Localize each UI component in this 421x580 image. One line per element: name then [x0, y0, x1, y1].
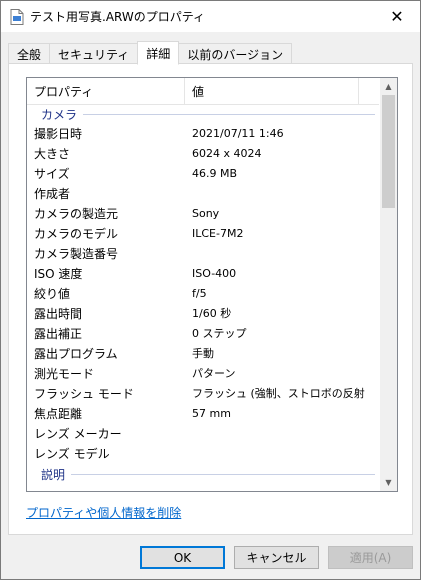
property-value: ILCE-7M2: [192, 226, 244, 240]
group-header-description: 説明: [27, 465, 379, 483]
table-row[interactable]: レンズ モデル: [27, 443, 379, 463]
group-label: 説明: [41, 467, 66, 482]
property-name: レンズ モデル: [34, 446, 110, 461]
property-value: 1/60 秒: [192, 307, 232, 320]
group-divider: [71, 473, 375, 475]
property-name: カメラの製造元: [34, 206, 119, 221]
property-value: 手動: [192, 347, 214, 360]
property-name: カメラのモデル: [34, 226, 119, 241]
scrollbar-thumb[interactable]: [382, 95, 395, 208]
property-name: カメラ製造番号: [34, 246, 119, 261]
property-name: 焦点距離: [34, 406, 83, 421]
remove-properties-link[interactable]: プロパティや個人情報を削除: [26, 504, 181, 521]
property-value: 0 ステップ: [192, 327, 247, 340]
table-row[interactable]: フラッシュ モード フラッシュ (強制、ストロボの反射...: [27, 383, 379, 403]
table-row[interactable]: カメラの製造元 Sony: [27, 203, 379, 223]
table-row[interactable]: レンズ メーカー: [27, 423, 379, 443]
table-row[interactable]: 測光モード パターン: [27, 363, 379, 383]
property-name: フラッシュ モード: [34, 386, 134, 401]
property-name: レンズ メーカー: [34, 426, 122, 441]
close-button[interactable]: ✕: [374, 1, 420, 32]
property-name: 大きさ: [34, 146, 71, 161]
property-value: 57 mm: [192, 406, 231, 420]
scroll-down-icon[interactable]: ▼: [380, 474, 397, 491]
tab-security[interactable]: セキュリティ: [49, 43, 139, 64]
property-value: Sony: [192, 206, 220, 220]
property-value: f/5: [192, 286, 207, 300]
property-name: 露出プログラム: [34, 346, 118, 361]
table-row[interactable]: カメラのモデル ILCE-7M2: [27, 223, 379, 243]
close-icon: ✕: [390, 7, 404, 26]
apply-button[interactable]: 適用(A): [328, 546, 413, 569]
tab-details[interactable]: 詳細: [137, 41, 180, 65]
cancel-button[interactable]: キャンセル: [234, 546, 319, 569]
properties-dialog: テスト用写真.ARWのプロパティ ✕ 全般 セキュリティ 詳細 以前のバージョン…: [0, 0, 421, 580]
table-row[interactable]: 作成者: [27, 183, 379, 203]
table-row[interactable]: 露出補正 0 ステップ: [27, 323, 379, 343]
table-row[interactable]: 焦点距離 57 mm: [27, 403, 379, 423]
table-row[interactable]: ISO 速度 ISO-400: [27, 263, 379, 283]
scroll-up-icon[interactable]: ▲: [380, 78, 397, 95]
tab-previous-versions[interactable]: 以前のバージョン: [178, 43, 293, 64]
property-value: 2021/07/11 1:46: [192, 126, 284, 140]
vertical-scrollbar[interactable]: ▲ ▼: [380, 78, 397, 491]
property-name: 露出補正: [34, 326, 83, 341]
property-name: 測光モード: [34, 366, 95, 381]
property-name: ISO 速度: [34, 266, 83, 281]
group-divider: [83, 113, 375, 115]
column-header-value[interactable]: 値: [185, 78, 359, 104]
property-name: 撮影日時: [34, 126, 83, 141]
property-name: 露出時間: [34, 306, 83, 321]
table-row[interactable]: 撮影日時 2021/07/11 1:46: [27, 123, 379, 143]
property-value: フラッシュ (強制、ストロボの反射...: [192, 387, 365, 400]
property-name: 作成者: [34, 186, 71, 201]
ok-button[interactable]: OK: [140, 546, 225, 569]
table-row[interactable]: 大きさ 6024 x 4024: [27, 143, 379, 163]
column-header-property[interactable]: プロパティ: [27, 78, 185, 104]
property-value: パターン: [192, 367, 236, 380]
property-value: ISO-400: [192, 266, 237, 280]
table-row[interactable]: カメラ製造番号: [27, 243, 379, 263]
group-header-camera: カメラ: [27, 105, 379, 123]
list-header: プロパティ 値: [27, 78, 379, 105]
property-value: 46.9 MB: [192, 166, 238, 180]
table-row[interactable]: 露出プログラム 手動: [27, 343, 379, 363]
table-row[interactable]: 絞り値 f/5: [27, 283, 379, 303]
document-icon: [10, 8, 24, 25]
tab-general[interactable]: 全般: [8, 43, 51, 64]
property-list[interactable]: プロパティ 値 カメラ 撮影日時 2021/07/11 1:46 大きさ 602…: [26, 77, 398, 492]
table-row[interactable]: サイズ 46.9 MB: [27, 163, 379, 183]
property-name: 絞り値: [34, 286, 71, 301]
table-row[interactable]: 露出時間 1/60 秒: [27, 303, 379, 323]
tab-strip: 全般 セキュリティ 詳細 以前のバージョン: [8, 41, 293, 65]
property-name: サイズ: [34, 166, 70, 181]
property-value: 6024 x 4024: [192, 146, 262, 160]
window-title: テスト用写真.ARWのプロパティ: [30, 10, 206, 24]
title-bar: テスト用写真.ARWのプロパティ ✕: [1, 1, 420, 32]
group-label: カメラ: [41, 107, 78, 122]
details-panel: プロパティ 値 カメラ 撮影日時 2021/07/11 1:46 大きさ 602…: [8, 63, 413, 535]
